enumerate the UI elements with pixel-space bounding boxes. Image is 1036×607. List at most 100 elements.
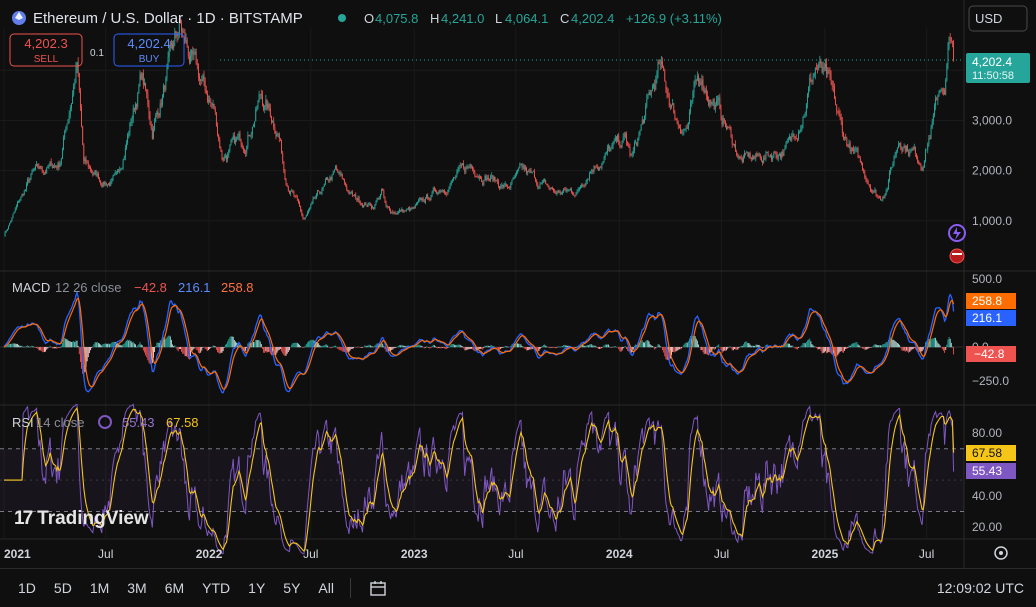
- candle-body-22: [28, 180, 29, 182]
- range-5d-button[interactable]: 5D: [48, 576, 78, 600]
- macd-histogram-bar-260: [296, 343, 297, 348]
- macd-histogram-bar-653: [737, 347, 738, 350]
- candle-body-713: [805, 113, 806, 115]
- candle-body-483: [546, 184, 547, 185]
- macd-histogram-bar-723: [816, 347, 817, 348]
- candle-body-528: [597, 167, 598, 169]
- macd-histogram-bar-30: [37, 347, 38, 349]
- candle-body-663: [749, 153, 750, 156]
- candle-body-836: [943, 90, 944, 91]
- macd-histogram-bar-349: [396, 347, 397, 348]
- macd-histogram-bar-555: [627, 347, 628, 351]
- range-1y-button[interactable]: 1Y: [242, 576, 271, 600]
- candle-body-452: [511, 180, 512, 184]
- candle-body-379: [429, 200, 430, 201]
- candle-body-588: [664, 70, 665, 81]
- candle-body-438: [496, 180, 497, 181]
- candle-body-506: [572, 192, 573, 194]
- candle-body-699: [789, 136, 790, 139]
- candle-body-60: [71, 103, 72, 108]
- macd-histogram-bar-193: [220, 347, 221, 353]
- candle-body-378: [428, 198, 429, 200]
- macd-histogram-bar-189: [216, 347, 217, 350]
- candle-body-640: [723, 118, 724, 124]
- macd-histogram-bar-464: [525, 347, 526, 349]
- macd-histogram-bar-795: [897, 343, 898, 347]
- candle-body-510: [577, 191, 578, 194]
- macd-histogram-bar-527: [596, 347, 597, 348]
- range-all-button[interactable]: All: [312, 576, 340, 600]
- macd-histogram-bar-459: [519, 344, 520, 348]
- macd-histogram-bar-649: [733, 347, 734, 350]
- candle-body-6: [10, 221, 11, 223]
- candle-body-597: [674, 113, 675, 118]
- macd-histogram-bar-56: [66, 339, 67, 347]
- candle-body-806: [909, 152, 910, 155]
- macd-histogram-bar-529: [598, 347, 599, 349]
- candle-body-798: [900, 143, 901, 149]
- macd-histogram-bar-547: [618, 347, 619, 349]
- range-1m-button[interactable]: 1M: [84, 576, 115, 600]
- macd-legend: MACD 12 26 close −42.8 216.1 258.8: [12, 280, 254, 295]
- open-label: O: [364, 11, 374, 26]
- settings-icon[interactable]: [995, 547, 1007, 559]
- candle-body-646: [729, 127, 730, 128]
- macd-histogram-bar-21: [27, 345, 28, 347]
- us-flag-icon[interactable]: [950, 249, 964, 263]
- range-ytd-button[interactable]: YTD: [196, 576, 236, 600]
- candle-body-690: [779, 154, 780, 155]
- calendar-range-icon[interactable]: [369, 579, 387, 597]
- range-3m-button[interactable]: 3M: [121, 576, 152, 600]
- macd-histogram-bar-496: [561, 346, 562, 347]
- candle-body-327: [371, 206, 372, 208]
- candle-body-116: [134, 108, 135, 109]
- candle-body-729: [823, 67, 824, 73]
- candle-body-544: [615, 137, 616, 142]
- time-tick-label-2: 2022: [196, 547, 223, 561]
- candle-body-166: [190, 56, 191, 63]
- macd-histogram-bar-149: [171, 340, 172, 347]
- macd-histogram-bar-196: [224, 347, 225, 348]
- range-1d-button[interactable]: 1D: [12, 576, 42, 600]
- candle-body-705: [796, 138, 797, 139]
- candle-body-541: [611, 146, 612, 149]
- macd-histogram-bar-413: [468, 347, 469, 349]
- candle-body-747: [843, 133, 844, 138]
- candle-body-238: [271, 116, 272, 122]
- macd-histogram-bar-661: [746, 341, 747, 347]
- chart-canvas[interactable]: 1,000.02,000.03,000.0500.00.0−250.080.00…: [0, 0, 1036, 568]
- candle-body-482: [545, 179, 546, 183]
- candle-body-706: [797, 138, 798, 139]
- candle-body-737: [832, 81, 833, 86]
- range-5y-button[interactable]: 5Y: [277, 576, 306, 600]
- candle-body-513: [580, 187, 581, 188]
- macd-name[interactable]: MACD: [12, 280, 50, 295]
- utc-clock[interactable]: 12:09:02 UTC: [937, 580, 1024, 596]
- macd-histogram-bar-121: [140, 342, 141, 347]
- range-6m-button[interactable]: 6M: [159, 576, 190, 600]
- refresh-icon[interactable]: [99, 416, 111, 428]
- macd-histogram-bar-263: [299, 345, 300, 348]
- macd-histogram-bar-669: [755, 345, 756, 348]
- candle-body-520: [588, 179, 589, 180]
- macd-histogram-bar-771: [870, 347, 871, 348]
- macd-histogram-bar-258: [293, 343, 294, 347]
- candle-body-751: [847, 146, 848, 147]
- macd-histogram-bar-90: [105, 343, 106, 347]
- macd-histogram-bar-38: [46, 347, 47, 350]
- macd-histogram-bar-429: [486, 346, 487, 347]
- candle-body-78: [91, 170, 92, 173]
- candle-body-642: [725, 121, 726, 127]
- macd-histogram-bar-428: [485, 346, 486, 348]
- candle-body-631: [713, 100, 714, 103]
- candle-body-59: [70, 108, 71, 114]
- candle-body-410: [464, 167, 465, 171]
- symbol-title[interactable]: Ethereum / U.S. Dollar · 1D · BITSTAMP: [33, 10, 303, 27]
- candle-body-782: [882, 197, 883, 199]
- candle-body-615: [695, 80, 696, 84]
- macd-histogram-bar-283: [322, 346, 323, 347]
- candle-body-212: [242, 144, 243, 148]
- rsi-name[interactable]: RSI: [12, 415, 34, 430]
- candle-body-730: [824, 67, 825, 68]
- macd-histogram-bar-711: [803, 343, 804, 347]
